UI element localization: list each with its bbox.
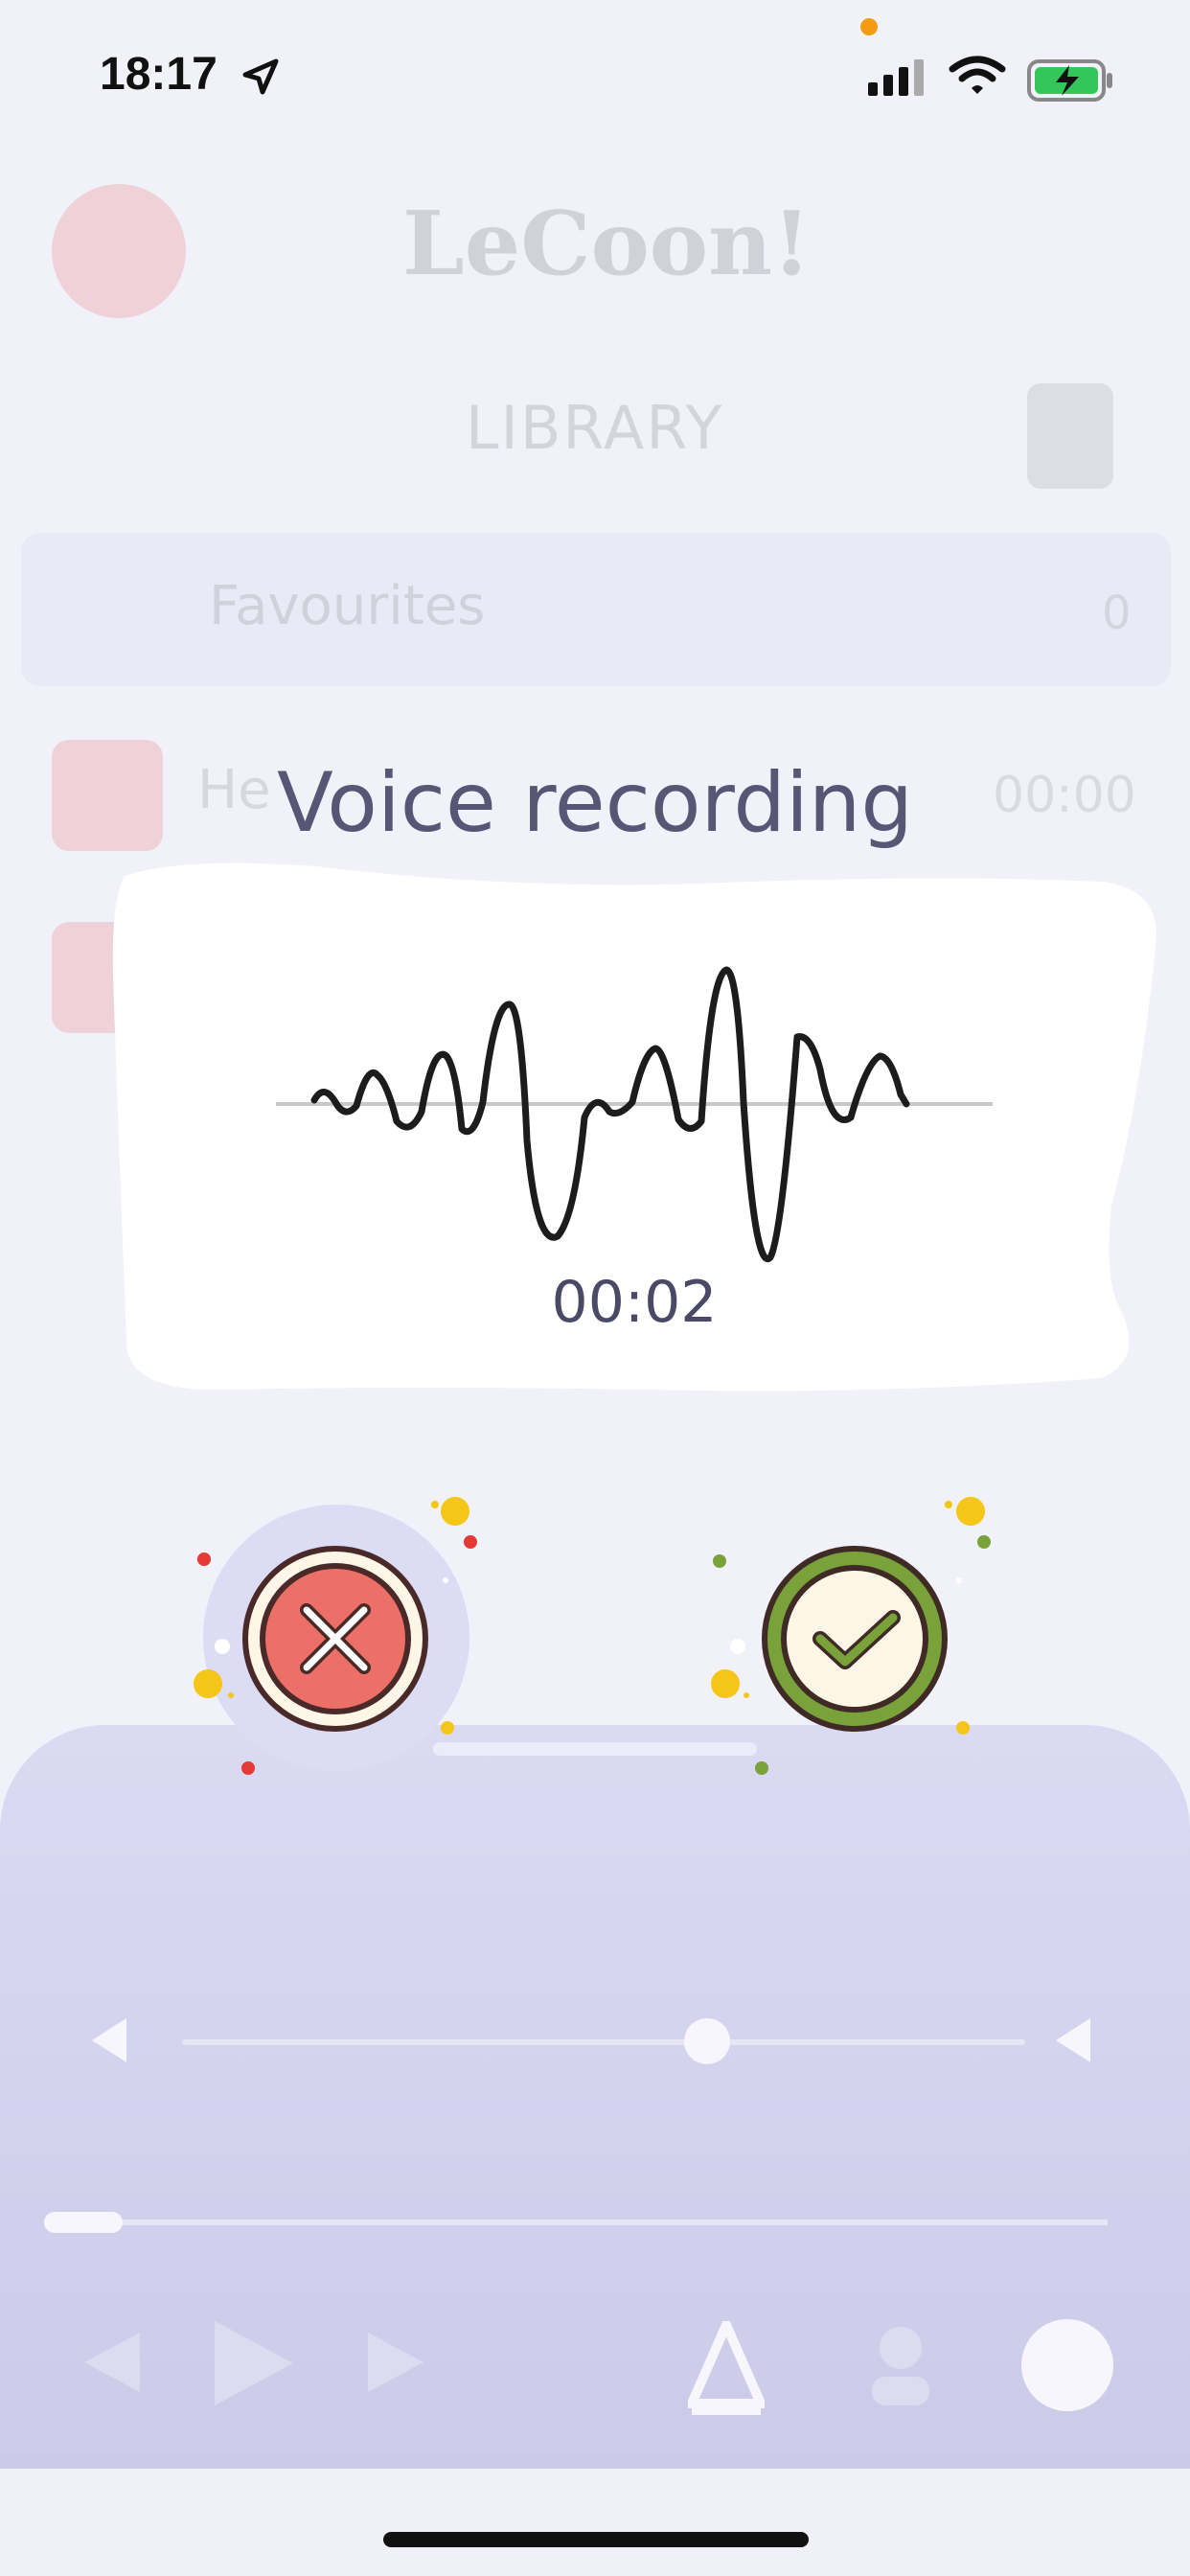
wifi-icon xyxy=(949,56,1006,94)
volume-up-icon xyxy=(1056,2018,1090,2062)
status-time: 18:17 xyxy=(100,49,217,100)
home-indicator[interactable] xyxy=(383,2532,809,2547)
cancel-button[interactable] xyxy=(240,1543,431,1735)
playback-progress xyxy=(44,2220,1108,2225)
volume-slider-knob xyxy=(684,2018,730,2064)
confirm-button[interactable] xyxy=(759,1543,950,1735)
player-panel xyxy=(0,1725,1190,2576)
location-arrow-icon xyxy=(242,58,279,95)
favourites-label: Favourites xyxy=(209,575,486,637)
app-logo: LeCoon! xyxy=(402,192,812,295)
recording-timer: 00:02 xyxy=(551,1269,718,1336)
signal-icon xyxy=(868,59,924,96)
favourites-row xyxy=(21,533,1171,686)
trash-icon xyxy=(1027,383,1113,489)
playback-progress-fill xyxy=(44,2212,123,2233)
bottom-strip xyxy=(0,2469,1190,2576)
next-icon xyxy=(368,2333,423,2392)
battery-charging-icon xyxy=(1027,59,1112,102)
dialog-title: Voice recording xyxy=(277,755,913,851)
panel-handle xyxy=(433,1742,757,1756)
waveform-icon xyxy=(276,966,993,1263)
volume-slider xyxy=(182,2039,1025,2045)
add-button xyxy=(1021,2319,1113,2411)
text-icon xyxy=(688,2321,765,2415)
voice-icon xyxy=(872,2327,929,2405)
previous-icon xyxy=(84,2333,140,2392)
favourites-count: 0 xyxy=(1102,586,1132,640)
privacy-indicator xyxy=(860,18,878,35)
menu-button xyxy=(52,184,186,318)
play-icon xyxy=(215,2321,293,2405)
library-title: LIBRARY xyxy=(466,393,724,463)
volume-down-icon xyxy=(92,2018,126,2062)
